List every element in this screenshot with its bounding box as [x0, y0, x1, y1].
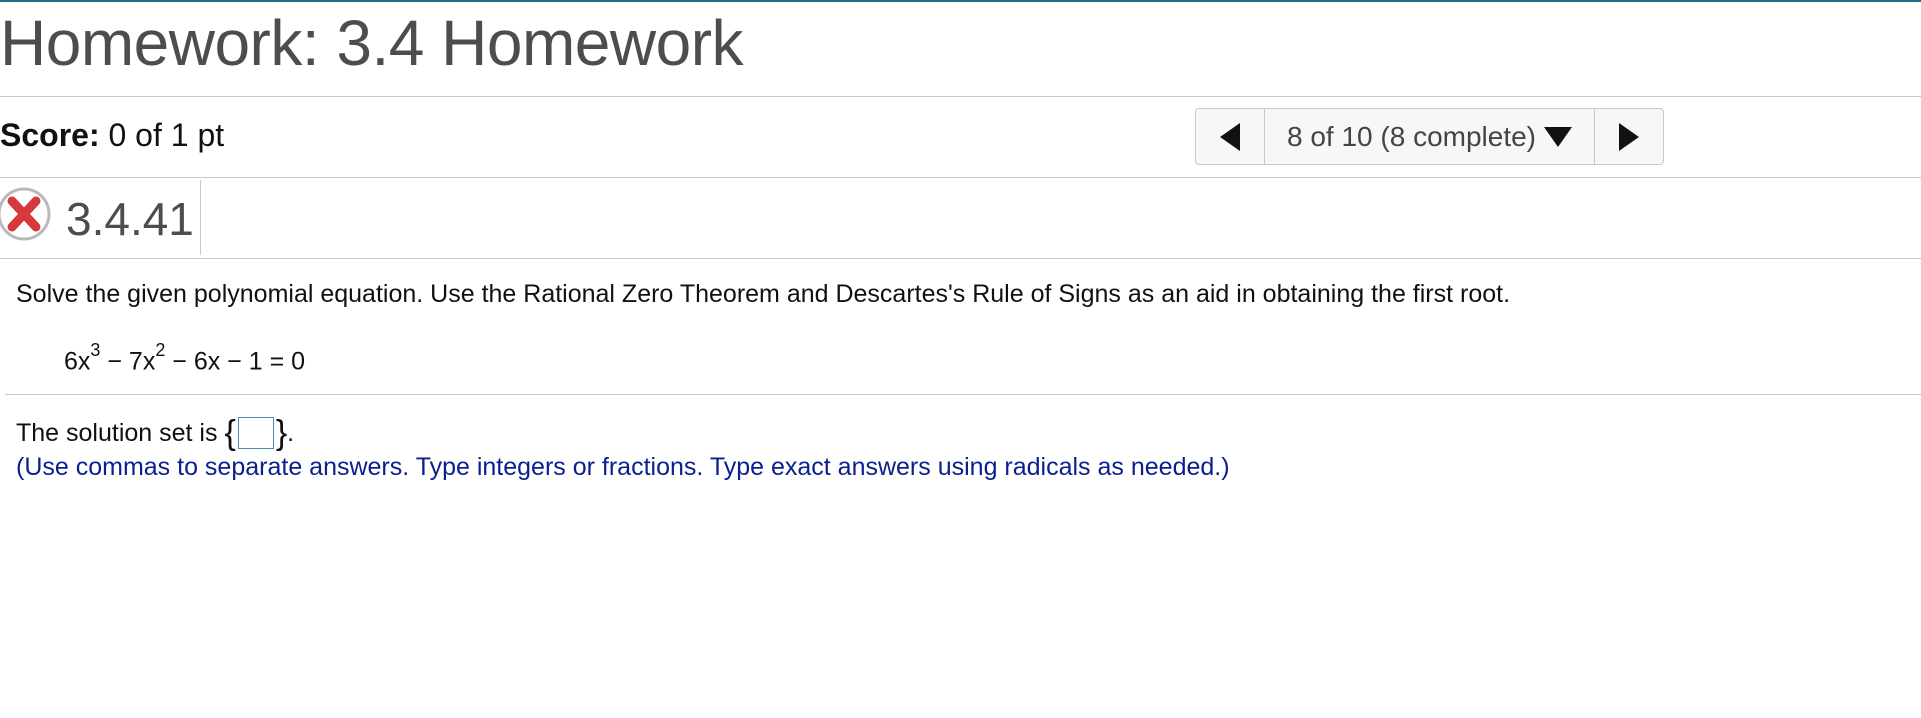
caret-down-icon [1544, 126, 1573, 147]
answer-line: The solution set is {}. [16, 416, 294, 450]
next-question-button[interactable] [1594, 109, 1663, 164]
question-navigator: 8 of 10 (8 complete) [1195, 108, 1664, 165]
equation-exponent-2: 2 [155, 340, 166, 360]
equation-exponent-1: 3 [90, 340, 101, 360]
question-number-divider [200, 180, 201, 255]
question-prompt: Solve the given polynomial equation. Use… [16, 280, 1511, 308]
score-label: Score: [0, 117, 100, 153]
brace-close: } [275, 414, 288, 452]
solution-set-input[interactable] [237, 417, 274, 449]
answer-prefix: The solution set is [16, 418, 218, 447]
question-number: 3.4.41 [66, 193, 194, 245]
incorrect-x-icon [0, 187, 51, 241]
page-title: Homework: 3.4 Homework [0, 7, 744, 79]
divider [0, 96, 1921, 97]
divider [0, 177, 1921, 178]
equation-remainder: − 6x − 1 = 0 [165, 347, 306, 376]
divider [0, 258, 1921, 259]
question-select-dropdown[interactable]: 8 of 10 (8 complete) [1265, 109, 1594, 164]
question-progress-label: 8 of 10 (8 complete) [1286, 120, 1537, 152]
top-accent-rule [0, 0, 1921, 2]
previous-question-button[interactable] [1196, 109, 1265, 164]
polynomial-equation: 6x3 − 7x2 − 6x − 1 = 0 [64, 340, 306, 376]
triangle-right-icon [1619, 122, 1639, 151]
answer-hint: (Use commas to separate answers. Type in… [16, 453, 1230, 481]
answer-suffix: . [287, 418, 295, 447]
equation-term-2: − 7x [100, 347, 156, 376]
triangle-left-icon [1220, 122, 1240, 151]
score-display: Score: 0 of 1 pt [0, 117, 224, 154]
score-value: 0 of 1 pt [108, 117, 225, 153]
equation-term-1: 6x [64, 347, 91, 376]
brace-open: { [224, 414, 236, 452]
divider [5, 394, 1921, 395]
